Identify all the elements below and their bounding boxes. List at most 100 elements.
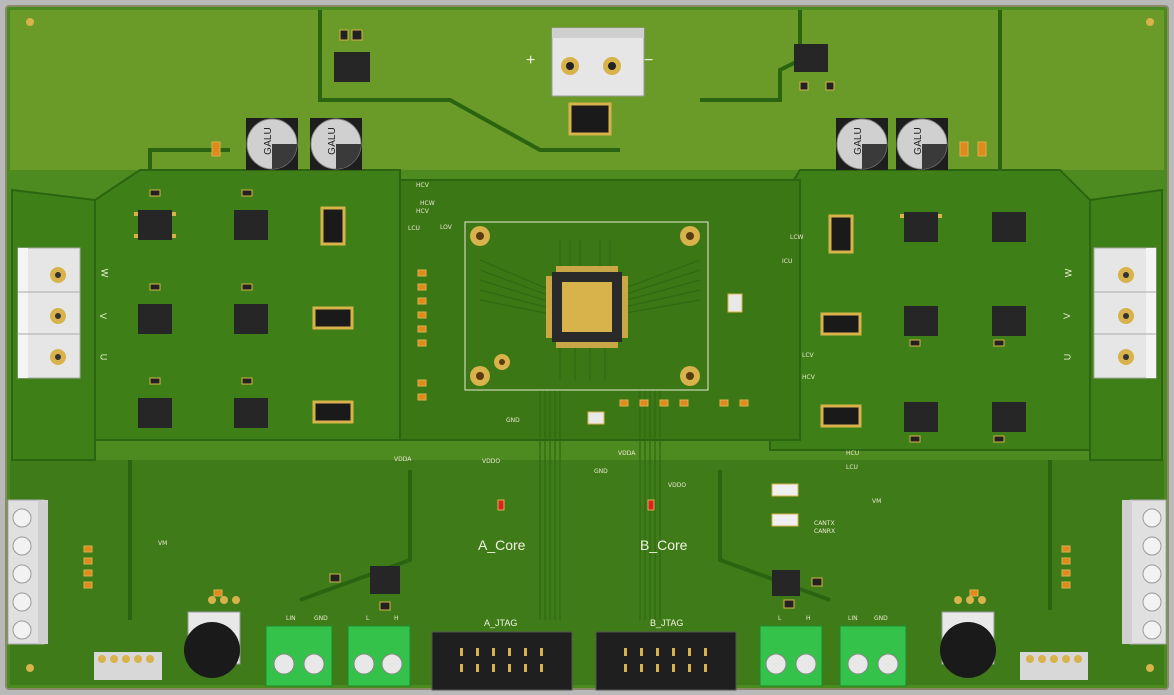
test-point-label: GND	[506, 417, 520, 424]
smd-part	[969, 589, 979, 597]
test-point-label: HCW	[420, 200, 435, 207]
smd-part	[83, 569, 93, 577]
test-point-label: GND	[594, 468, 608, 475]
smd-part	[497, 499, 505, 511]
smd-part	[417, 283, 427, 291]
right-phase-w: W	[1063, 268, 1074, 278]
smd-part	[587, 411, 605, 425]
terminal-label: LIN	[848, 615, 858, 622]
power-plus-label: +	[526, 52, 536, 69]
b-jtag-label: B_JTAG	[650, 618, 684, 628]
smd-part	[993, 339, 1005, 347]
a-core-label: A_Core	[478, 537, 526, 553]
test-point-label: HCU	[846, 450, 860, 457]
smd-part	[811, 577, 823, 587]
smd-part	[783, 599, 795, 609]
terminal-label: L	[366, 615, 370, 622]
test-point-label: VDDO	[482, 458, 501, 465]
smd-part	[771, 513, 799, 527]
smd-part	[619, 399, 629, 407]
smd-part	[83, 557, 93, 565]
test-point-label: VM	[872, 498, 882, 505]
smd-part	[959, 141, 969, 157]
power-minus-label: −	[644, 52, 654, 69]
smd-part	[739, 399, 749, 407]
test-point-label: HCV	[802, 374, 815, 381]
mcu-chip	[546, 266, 628, 348]
left-motor-terminal	[17, 247, 81, 379]
right-phase-v: V	[1062, 312, 1073, 320]
dc-power-connector	[551, 27, 645, 97]
smd-part	[149, 189, 161, 197]
b-core-label: B_Core	[640, 537, 688, 553]
smd-part	[351, 29, 363, 41]
smd-part	[339, 29, 349, 41]
test-point-label: VM	[158, 540, 168, 547]
smd-part	[679, 399, 689, 407]
test-point-label: HCV	[416, 208, 429, 215]
smd-part	[213, 589, 223, 597]
smd-part	[1061, 569, 1071, 577]
capacitor-marking-text: ALU	[853, 127, 864, 146]
terminal-label: LIN	[286, 615, 296, 622]
test-point-label: LCV	[802, 352, 814, 359]
smd-part	[719, 399, 729, 407]
smd-part	[241, 283, 253, 291]
smd-part	[639, 399, 649, 407]
smd-part	[647, 499, 655, 511]
can-label: CANRX	[814, 528, 836, 535]
capacitor-marking-text: ALU	[913, 127, 924, 146]
left-phase-v: V	[98, 312, 109, 320]
smd-part	[417, 269, 427, 277]
smd-part	[977, 141, 987, 157]
a-jtag-label: A_JTAG	[484, 618, 518, 628]
smd-part	[329, 573, 341, 583]
terminal-label: GND	[874, 615, 888, 622]
test-point-label: LOV	[440, 224, 452, 231]
smd-part	[727, 293, 743, 313]
smd-part	[417, 297, 427, 305]
test-point-label: VDDO	[668, 482, 687, 489]
terminal-label: H	[394, 615, 399, 622]
can-label: CANTX	[814, 520, 835, 527]
test-point-label: VDDA	[394, 456, 412, 463]
right-io-terminal	[1122, 499, 1167, 645]
test-point-label: LCW	[790, 234, 804, 241]
left-phase-w: W	[99, 268, 110, 278]
capacitor-marking-text: G	[263, 147, 274, 155]
capacitor-marking-text: ALU	[327, 127, 338, 146]
capacitor-marking-text: G	[853, 147, 864, 155]
smd-part	[1061, 545, 1071, 553]
smd-part	[1061, 557, 1071, 565]
smd-part	[993, 435, 1005, 443]
test-point-label: VDDA	[618, 450, 636, 457]
smd-part	[771, 483, 799, 497]
smd-part	[1061, 581, 1071, 589]
terminal-label: H	[806, 615, 811, 622]
test-point-label: HCV	[416, 182, 429, 189]
right-phase-u: U	[1062, 353, 1073, 361]
capacitor-marking-text: G	[327, 147, 338, 155]
smd-part	[149, 377, 161, 385]
capacitor-marking-text: ALU	[263, 127, 274, 146]
pcb-board: ALUGALUGALUGALUG	[5, 5, 1169, 691]
smd-part	[83, 545, 93, 553]
smd-part	[379, 601, 391, 611]
terminal-label: L	[778, 615, 782, 622]
smd-part	[909, 339, 921, 347]
smd-part	[241, 189, 253, 197]
smd-part	[417, 339, 427, 347]
smd-part	[417, 325, 427, 333]
test-point-label: LCU	[846, 464, 858, 471]
smd-part	[825, 81, 835, 91]
smd-part	[417, 393, 427, 401]
smd-part	[909, 435, 921, 443]
terminal-label: GND	[314, 615, 328, 622]
test-point-label: ICU	[782, 258, 793, 265]
smd-part	[417, 311, 427, 319]
smd-part	[241, 377, 253, 385]
smd-part	[149, 283, 161, 291]
smd-part	[211, 141, 221, 157]
smd-part	[799, 81, 809, 91]
right-motor-terminal	[1093, 247, 1157, 379]
